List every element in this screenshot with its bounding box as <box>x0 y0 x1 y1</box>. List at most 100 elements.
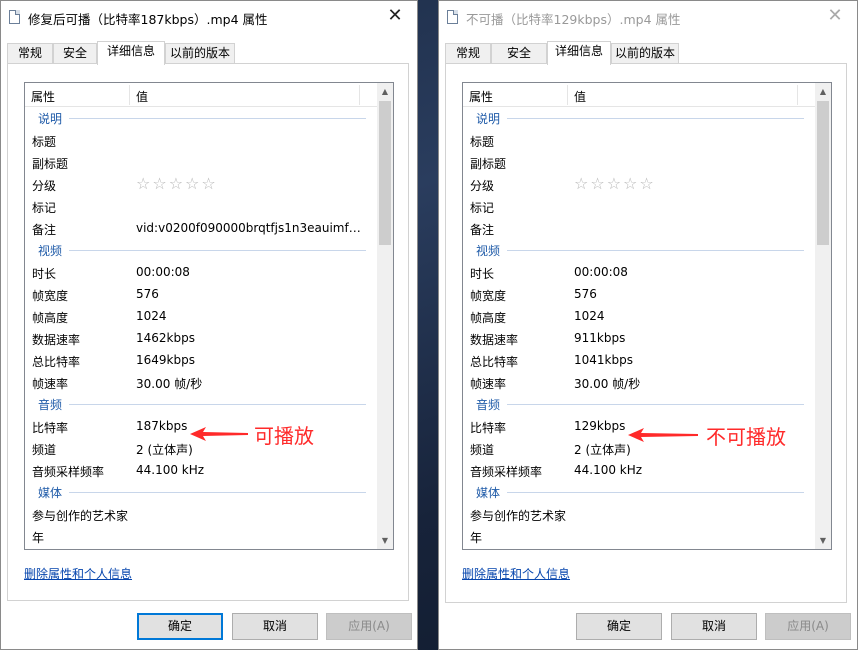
tab-security[interactable]: 安全 <box>491 43 547 64</box>
cancel-button[interactable]: 取消 <box>232 613 318 640</box>
group-label: 说明 <box>476 112 501 126</box>
red-arrow-icon <box>190 427 248 441</box>
apply-button[interactable]: 应用(A) <box>326 613 412 640</box>
tab-previous-versions[interactable]: 以前的版本 <box>611 43 679 64</box>
video-file-icon <box>9 10 20 24</box>
group-header-video[interactable]: 视频 <box>463 239 816 261</box>
group-header-description[interactable]: 说明 <box>25 107 378 129</box>
list-item[interactable]: 副标题 <box>463 151 816 173</box>
list-item[interactable]: 标题 <box>463 129 816 151</box>
column-header-value[interactable]: 值 <box>136 88 148 105</box>
list-item[interactable]: 副标题 <box>25 151 378 173</box>
scroll-up-arrow-icon[interactable]: ▲ <box>377 83 393 100</box>
tab-details[interactable]: 详细信息 <box>97 41 165 65</box>
property-value: 576 <box>136 287 159 301</box>
property-value: 44.100 kHz <box>136 463 205 477</box>
cancel-button[interactable]: 取消 <box>671 613 757 640</box>
list-item[interactable]: 帧高度 1024 <box>25 305 378 327</box>
property-name: 总比特率 <box>32 355 81 369</box>
property-value: 44.100 kHz <box>574 463 643 477</box>
list-item[interactable]: 总比特率 1041kbps <box>463 349 816 371</box>
property-name: 分级 <box>470 179 495 193</box>
tab-security[interactable]: 安全 <box>53 43 97 64</box>
list-item[interactable]: 年 <box>25 525 378 547</box>
property-name: 帧宽度 <box>470 289 507 303</box>
property-value: 1024 <box>574 309 605 323</box>
properties-list[interactable]: 属性 值 说明 标题 副标题 分级 <box>24 82 394 550</box>
column-header-value[interactable]: 值 <box>574 88 586 105</box>
property-name: 数据速率 <box>32 333 81 347</box>
apply-button[interactable]: 应用(A) <box>765 613 851 640</box>
list-item[interactable]: 年 <box>463 525 816 547</box>
property-name: 帧高度 <box>32 311 69 325</box>
group-label: 说明 <box>38 112 63 126</box>
tab-general[interactable]: 常规 <box>445 43 491 64</box>
scroll-up-arrow-icon[interactable]: ▲ <box>815 83 831 100</box>
list-item[interactable]: 标记 <box>463 195 816 217</box>
window-title: 修复后可播（比特率187kbps）.mp4 属性 <box>28 12 268 27</box>
list-item[interactable]: 帧宽度 576 <box>463 283 816 305</box>
list-item[interactable]: 时长 00:00:08 <box>463 261 816 283</box>
list-item[interactable]: 标记 <box>25 195 378 217</box>
list-item[interactable]: 帧速率 30.00 帧/秒 <box>25 371 378 393</box>
list-item[interactable]: 备注 <box>463 217 816 239</box>
ok-button[interactable]: 确定 <box>137 613 223 640</box>
tab-general[interactable]: 常规 <box>7 43 53 64</box>
group-header-audio[interactable]: 音频 <box>25 393 378 415</box>
list-item[interactable]: 总比特率 1649kbps <box>25 349 378 371</box>
group-header-audio[interactable]: 音频 <box>463 393 816 415</box>
list-item[interactable]: 帧速率 30.00 帧/秒 <box>463 371 816 393</box>
close-button[interactable]: ✕ <box>373 1 417 31</box>
list-item[interactable]: 标题 <box>25 129 378 151</box>
property-value: 1649kbps <box>136 353 195 367</box>
rating-stars-icon[interactable]: ☆☆☆☆☆ <box>136 174 218 193</box>
properties-list[interactable]: 属性 值 说明 标题 副标题 分级 <box>462 82 832 550</box>
close-button[interactable]: ✕ <box>813 1 857 31</box>
property-name: 数据速率 <box>470 333 519 347</box>
list-item[interactable]: 帧宽度 576 <box>25 283 378 305</box>
scroll-down-arrow-icon[interactable]: ▼ <box>377 532 393 549</box>
property-name: 备注 <box>470 223 495 237</box>
group-header-description[interactable]: 说明 <box>463 107 816 129</box>
list-item[interactable]: 参与创作的艺术家 <box>463 503 816 525</box>
property-name: 帧高度 <box>470 311 507 325</box>
group-label: 媒体 <box>38 486 63 500</box>
property-value: 30.00 帧/秒 <box>136 377 203 391</box>
title-bar[interactable]: 修复后可播（比特率187kbps）.mp4 属性 ✕ <box>1 1 417 33</box>
list-item[interactable]: 备注 vid:v0200f090000brqtfjs1n3eauimfh... <box>25 217 378 239</box>
scroll-thumb[interactable] <box>817 101 829 245</box>
list-item[interactable]: 音频采样频率 44.100 kHz <box>463 459 816 481</box>
ok-button[interactable]: 确定 <box>576 613 662 640</box>
list-item[interactable]: 数据速率 1462kbps <box>25 327 378 349</box>
column-header-property[interactable]: 属性 <box>469 88 493 105</box>
list-item[interactable]: 分级 ☆☆☆☆☆ <box>25 173 378 195</box>
property-name: 备注 <box>32 223 57 237</box>
list-item[interactable]: 帧高度 1024 <box>463 305 816 327</box>
scroll-thumb[interactable] <box>379 101 391 245</box>
list-item[interactable]: 数据速率 911kbps <box>463 327 816 349</box>
property-value: 2 (立体声) <box>574 443 631 457</box>
remove-properties-link[interactable]: 删除属性和个人信息 <box>24 565 132 582</box>
vertical-scrollbar[interactable]: ▲ ▼ <box>815 83 831 549</box>
vertical-scrollbar[interactable]: ▲ ▼ <box>377 83 393 549</box>
remove-properties-link[interactable]: 删除属性和个人信息 <box>462 565 570 582</box>
list-item[interactable]: 音频采样频率 44.100 kHz <box>25 459 378 481</box>
rating-stars-icon[interactable]: ☆☆☆☆☆ <box>574 174 656 193</box>
property-name: 帧宽度 <box>32 289 69 303</box>
list-header: 属性 值 <box>25 83 378 107</box>
list-item[interactable]: 分级 ☆☆☆☆☆ <box>463 173 816 195</box>
scroll-down-arrow-icon[interactable]: ▼ <box>815 532 831 549</box>
tab-details[interactable]: 详细信息 <box>547 41 611 65</box>
property-value: 00:00:08 <box>574 265 628 279</box>
group-header-media[interactable]: 媒体 <box>463 481 816 503</box>
list-rows: 说明 标题 副标题 分级 ☆☆☆☆☆ 标记 <box>463 107 816 547</box>
column-header-property[interactable]: 属性 <box>31 88 55 105</box>
list-item[interactable]: 参与创作的艺术家 <box>25 503 378 525</box>
group-header-media[interactable]: 媒体 <box>25 481 378 503</box>
property-name: 音频采样频率 <box>470 465 543 479</box>
list-item[interactable]: 时长 00:00:08 <box>25 261 378 283</box>
group-header-video[interactable]: 视频 <box>25 239 378 261</box>
property-name: 年 <box>32 531 45 545</box>
title-bar[interactable]: 不可播（比特率129kbps）.mp4 属性 ✕ <box>439 1 857 33</box>
tab-previous-versions[interactable]: 以前的版本 <box>165 43 235 64</box>
